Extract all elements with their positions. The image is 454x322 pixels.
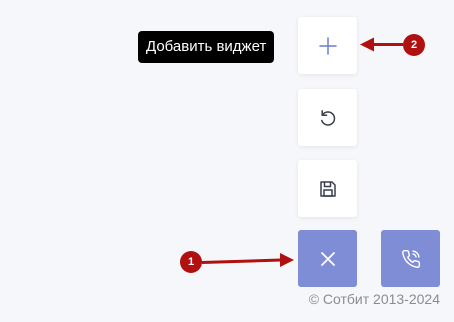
add-widget-button[interactable] [298, 17, 357, 74]
call-button[interactable] [381, 230, 440, 287]
step-marker-1: 1 [180, 251, 202, 273]
close-panel-button[interactable] [298, 230, 357, 287]
save-layout-button[interactable] [298, 160, 357, 217]
phone-call-icon [401, 249, 420, 268]
close-icon [320, 251, 335, 266]
plus-icon [318, 36, 337, 55]
arrow-to-close-button [201, 258, 282, 264]
add-widget-tooltip: Добавить виджет [138, 31, 275, 63]
save-icon [319, 180, 336, 197]
step-marker-2: 2 [403, 34, 425, 56]
arrowhead-to-close-button [280, 253, 294, 267]
arrowhead-to-add-button [360, 37, 374, 52]
reset-layout-button[interactable] [298, 89, 357, 146]
copyright-footer: © Сотбит 2013-2024 [308, 291, 440, 307]
reset-icon [320, 109, 335, 126]
